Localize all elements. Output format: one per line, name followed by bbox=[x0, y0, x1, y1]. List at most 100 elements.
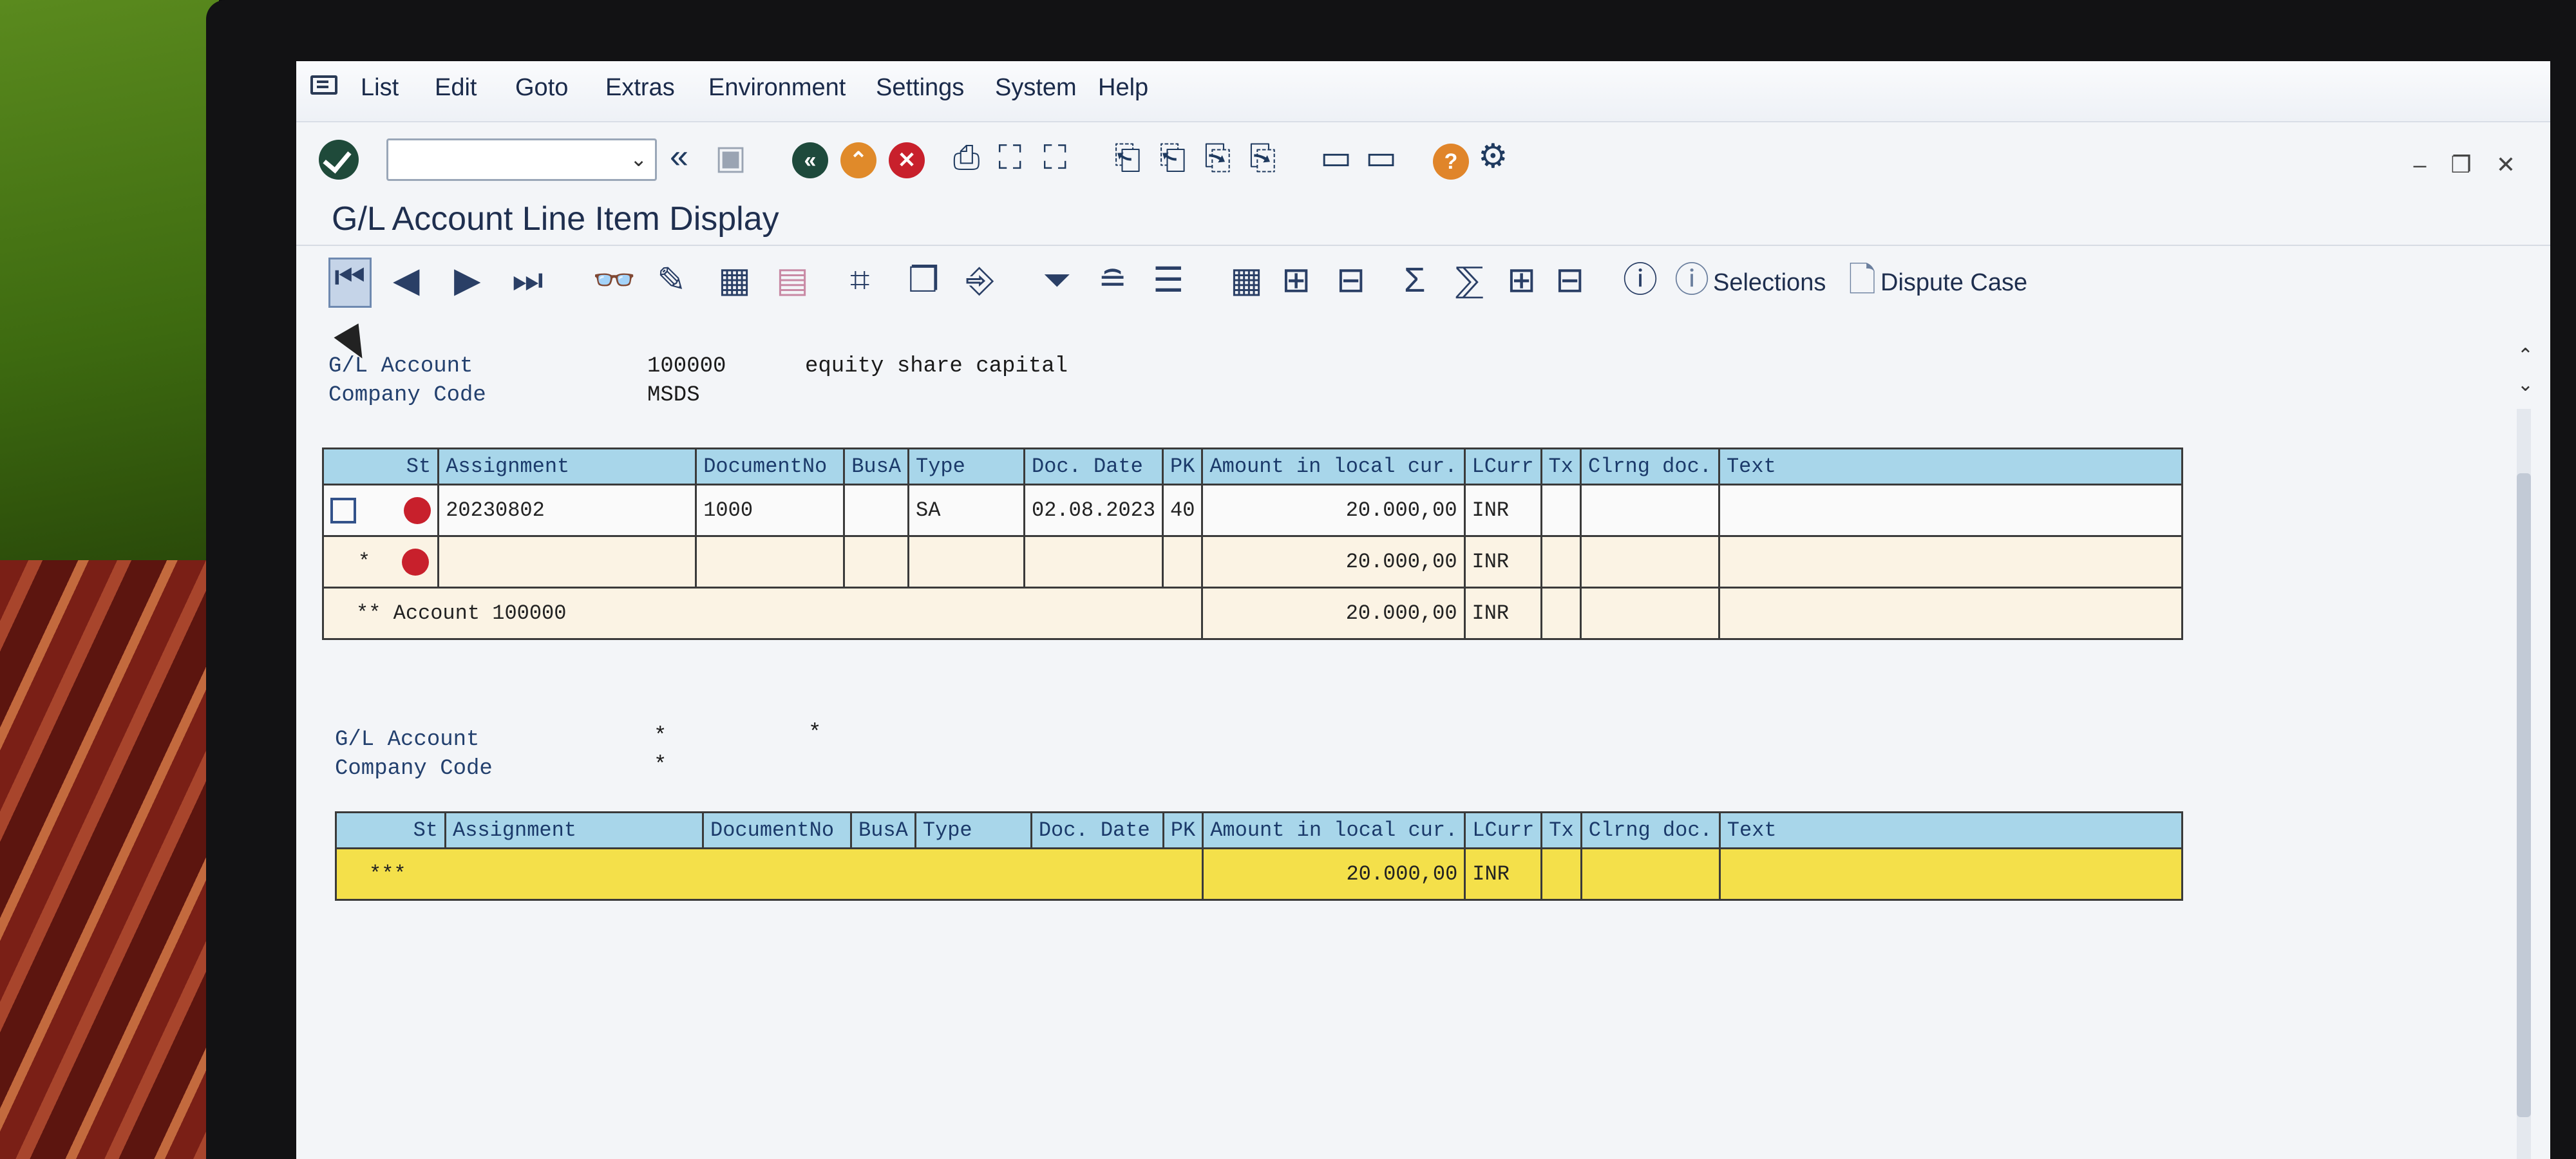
gl-account-label-2: G/L Account bbox=[335, 728, 480, 752]
change-document-icon[interactable]: ✎ bbox=[657, 263, 686, 297]
col-text[interactable]: Text bbox=[1718, 448, 2184, 485]
collapse-icon[interactable]: ⊟ bbox=[1555, 263, 1584, 297]
col-lcurr[interactable]: LCurr bbox=[1463, 448, 1542, 485]
sort-descending-icon[interactable]: ☰ bbox=[1153, 263, 1184, 297]
cell-busa bbox=[843, 484, 910, 537]
col-busa[interactable]: BusA bbox=[850, 811, 916, 849]
col-st[interactable]: St bbox=[321, 448, 440, 485]
grand-total-row[interactable]: *** 20.000,00 INR bbox=[334, 847, 2184, 901]
previous-page-icon[interactable]: ⎗ bbox=[1159, 141, 1186, 174]
menu-list[interactable]: List bbox=[361, 74, 399, 102]
first-item-icon[interactable]: ⏮ bbox=[328, 258, 372, 308]
col-lcurr[interactable]: LCurr bbox=[1464, 811, 1543, 849]
cell-document-no[interactable]: 1000 bbox=[695, 484, 846, 537]
sort-ascending-icon[interactable]: ≘ bbox=[1098, 263, 1127, 297]
col-clrng-doc[interactable]: Clrng doc. bbox=[1579, 448, 1720, 485]
sap-window: List Edit Goto Extras Environment Settin… bbox=[296, 61, 2550, 1159]
dispute-case-button[interactable]: Dispute Case bbox=[1880, 269, 2027, 297]
find-next-icon[interactable]: ⛶ bbox=[1043, 141, 1066, 174]
col-documentno[interactable]: DocumentNo bbox=[702, 811, 852, 849]
col-doc-date[interactable]: Doc. Date bbox=[1023, 448, 1164, 485]
back-icon[interactable]: « bbox=[792, 142, 828, 178]
selections-button[interactable]: Selections bbox=[1713, 269, 1826, 297]
select-layout-icon[interactable]: ▦ bbox=[718, 263, 751, 297]
help-icon[interactable]: ? bbox=[1433, 144, 1469, 180]
document-icon[interactable]: 🗋 bbox=[1848, 263, 1876, 297]
status-red-icon bbox=[404, 496, 431, 524]
print-preview-icon[interactable]: ⊟ bbox=[1336, 263, 1365, 297]
info-icon[interactable]: ⓘ bbox=[1623, 263, 1658, 297]
col-clrng-doc[interactable]: Clrng doc. bbox=[1580, 811, 1721, 849]
cell-amount: 20.000,00 bbox=[1201, 484, 1466, 537]
cell-tx bbox=[1540, 484, 1582, 537]
last-item-icon[interactable]: ⏭ bbox=[512, 263, 544, 297]
enter-button[interactable] bbox=[319, 140, 359, 180]
command-field[interactable]: ⌄ bbox=[386, 138, 657, 181]
new-session-icon[interactable]: ▭ bbox=[1320, 141, 1352, 174]
export-icon[interactable]: ⎆ bbox=[966, 263, 994, 297]
filter-icon[interactable]: ⏷ bbox=[1043, 263, 1071, 297]
settings-gear-icon[interactable]: ⚙ bbox=[1478, 140, 1508, 173]
menu-settings[interactable]: Settings bbox=[876, 74, 964, 102]
col-type[interactable]: Type bbox=[907, 448, 1026, 485]
grand-total-table: St Assignment DocumentNo BusA Type Doc. … bbox=[334, 811, 2184, 901]
dropdown-icon[interactable]: ⌄ bbox=[630, 147, 647, 171]
account-total-row[interactable]: ** Account 100000 20.000,00 INR bbox=[321, 587, 2184, 640]
next-item-icon[interactable]: ▶ bbox=[454, 263, 481, 297]
cancel-icon[interactable]: ✕ bbox=[889, 142, 925, 178]
selections-icon[interactable]: ⓘ bbox=[1674, 263, 1709, 297]
save-icon[interactable]: ▣ bbox=[715, 141, 746, 174]
scrollbar-thumb[interactable] bbox=[2517, 473, 2531, 1117]
col-pk[interactable]: PK bbox=[1162, 811, 1204, 849]
status-red-icon bbox=[402, 548, 430, 576]
expand-icon[interactable]: ⊞ bbox=[1507, 263, 1536, 297]
col-pk[interactable]: PK bbox=[1162, 448, 1204, 485]
subtotal-icon[interactable]: ⅀ bbox=[1455, 263, 1484, 297]
col-tx[interactable]: Tx bbox=[1540, 811, 1582, 849]
cell-assignment: 20230802 bbox=[437, 484, 697, 537]
col-text[interactable]: Text bbox=[1718, 811, 2184, 849]
col-type[interactable]: Type bbox=[914, 811, 1032, 849]
menu-environment[interactable]: Environment bbox=[708, 74, 846, 102]
first-page-icon[interactable]: ⎗ bbox=[1114, 141, 1141, 174]
table-row[interactable]: 20230802 1000 SA 02.08.2023 40 20.000,00… bbox=[321, 484, 2184, 537]
system-menu-icon[interactable] bbox=[310, 75, 337, 95]
next-page-icon[interactable]: ⎘ bbox=[1204, 141, 1231, 174]
menu-help[interactable]: Help bbox=[1098, 74, 1148, 102]
row-select-checkbox[interactable] bbox=[330, 497, 356, 523]
save-layout-icon[interactable]: ▤ bbox=[776, 263, 809, 297]
call-report-icon[interactable]: ⌗ bbox=[850, 263, 869, 297]
col-doc-date[interactable]: Doc. Date bbox=[1030, 811, 1164, 849]
col-documentno[interactable]: DocumentNo bbox=[695, 448, 846, 485]
exit-icon[interactable]: ⌃ bbox=[840, 142, 876, 178]
find-icon[interactable]: ⛶ bbox=[998, 141, 1021, 174]
choose-columns-icon[interactable]: ⊞ bbox=[1282, 263, 1311, 297]
account-total-amount: 20.000,00 bbox=[1201, 587, 1466, 640]
col-st[interactable]: St bbox=[335, 811, 446, 849]
previous-item-icon[interactable]: ◀ bbox=[393, 263, 420, 297]
sum-icon[interactable]: Σ bbox=[1404, 263, 1425, 297]
grand-total-lcurr: INR bbox=[1464, 847, 1543, 901]
line-items-table: St Assignment DocumentNo BusA Type Doc. … bbox=[321, 448, 2184, 640]
grid-icon[interactable]: ▦ bbox=[1230, 263, 1263, 297]
last-page-icon[interactable]: ⎘ bbox=[1249, 141, 1276, 174]
back-double-icon[interactable]: « bbox=[670, 140, 688, 173]
menu-extras[interactable]: Extras bbox=[605, 74, 675, 102]
scroll-up-icon[interactable]: ⌃ bbox=[2517, 344, 2533, 367]
col-busa[interactable]: BusA bbox=[843, 448, 910, 485]
subtotal-row[interactable]: * 20.000,00 INR bbox=[321, 535, 2184, 589]
display-document-icon[interactable]: 👓 bbox=[592, 263, 636, 297]
print-icon[interactable]: ⎙ bbox=[953, 141, 980, 174]
vertical-scrollbar[interactable] bbox=[2517, 409, 2531, 1159]
col-assignment[interactable]: Assignment bbox=[437, 448, 697, 485]
col-assignment[interactable]: Assignment bbox=[444, 811, 704, 849]
item-detail-icon[interactable]: ❐ bbox=[908, 263, 939, 297]
menu-edit[interactable]: Edit bbox=[435, 74, 477, 102]
shortcut-icon[interactable]: ▭ bbox=[1365, 141, 1397, 174]
menu-system[interactable]: System bbox=[995, 74, 1077, 102]
scroll-down-icon[interactable]: ⌄ bbox=[2517, 373, 2533, 396]
col-amount[interactable]: Amount in local cur. bbox=[1201, 448, 1466, 485]
col-amount[interactable]: Amount in local cur. bbox=[1202, 811, 1466, 849]
menu-goto[interactable]: Goto bbox=[515, 74, 568, 102]
col-tx[interactable]: Tx bbox=[1540, 448, 1582, 485]
